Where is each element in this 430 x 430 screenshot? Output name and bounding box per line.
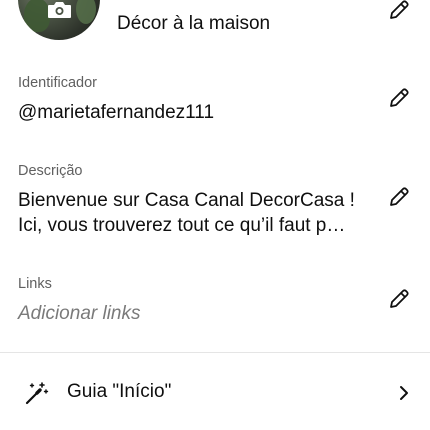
home-guide-label: Guia "Início" bbox=[67, 381, 172, 402]
links-placeholder: Adicionar links bbox=[18, 303, 141, 324]
edit-description-button[interactable] bbox=[386, 184, 412, 210]
description-value: Bienvenue sur Casa Canal DecorCasa ! Ici… bbox=[18, 188, 373, 238]
edit-handle-button[interactable] bbox=[386, 85, 412, 111]
edit-links-button[interactable] bbox=[386, 286, 412, 312]
links-label: Links bbox=[18, 276, 52, 292]
description-line-2: Ici, vous trouverez tout ce qu’il faut p… bbox=[18, 215, 346, 236]
description-label: Descrição bbox=[18, 163, 83, 179]
channel-avatar[interactable] bbox=[18, 0, 100, 40]
description-line-1: Bienvenue sur Casa Canal DecorCasa ! bbox=[18, 190, 355, 211]
pencil-icon bbox=[390, 289, 409, 308]
magic-wand-icon bbox=[25, 382, 49, 405]
handle-label: Identificador bbox=[18, 75, 97, 91]
edit-name-button[interactable] bbox=[386, 0, 412, 23]
pencil-icon bbox=[390, 88, 409, 107]
divider bbox=[0, 352, 430, 353]
camera-icon bbox=[48, 2, 71, 18]
handle-value: @marietafernandez111 bbox=[18, 102, 215, 123]
pencil-icon bbox=[390, 0, 409, 19]
channel-name-value: Décor à la maison bbox=[117, 13, 271, 34]
avatar-decor-leaf bbox=[76, 0, 96, 24]
home-guide-row[interactable]: Guia "Início" bbox=[0, 368, 430, 418]
chevron-right-icon bbox=[400, 386, 408, 400]
pencil-icon bbox=[390, 187, 409, 206]
